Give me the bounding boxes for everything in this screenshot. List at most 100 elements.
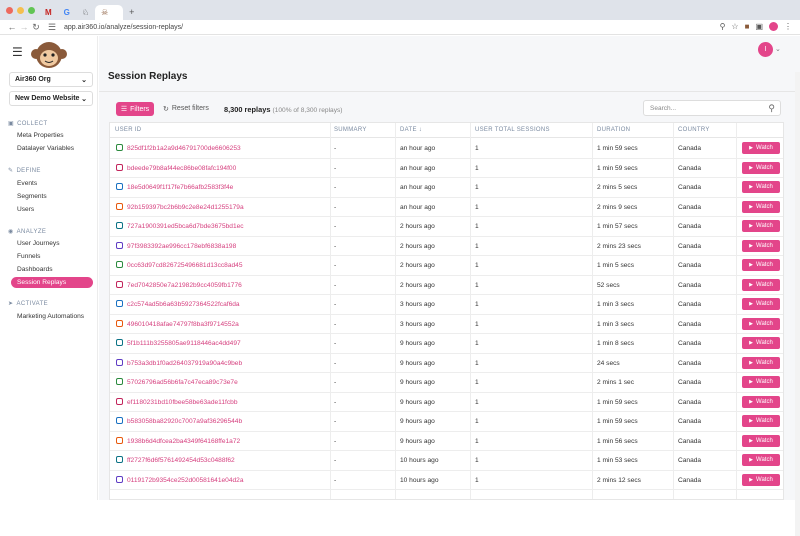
extension-icon[interactable]: ■ <box>745 22 750 31</box>
table-row[interactable]: 92b159397bc2b6b9c2e8e24d1255179a - an hour… <box>110 198 783 217</box>
search-input[interactable]: Search... ⚲ <box>643 100 781 116</box>
user-id-cell[interactable]: 18e5d0649f1f17fe7b66afb2583f3f4e <box>127 184 233 191</box>
table-row[interactable]: 0119172b9354ce252d00581641e04d2a - 10 hour… <box>110 471 783 490</box>
user-id-cell[interactable]: 57026796ad56b6fa7c47eca89c73e7e <box>127 379 238 386</box>
user-id-cell[interactable]: 5f1b111b3255805ae9118446ac4dd497 <box>127 340 241 347</box>
table-row[interactable]: b753a3db1f0ad264037919a90a4c9beb - 9 hours… <box>110 354 783 373</box>
table-row[interactable]: bdeede79b8af44ec86be08fafc194f00 - an hour… <box>110 159 783 178</box>
zoom-window-icon[interactable] <box>28 6 35 14</box>
user-id-cell[interactable]: 7ed7042850e7a21982b9cc4059fb1776 <box>127 282 242 289</box>
watch-button[interactable]: ▶ Watch <box>742 337 780 349</box>
table-row[interactable]: ff2727f6d6f5761492454d53c0488f62 - 10 hour… <box>110 451 783 471</box>
minimize-window-icon[interactable] <box>17 6 24 14</box>
nav-funnels[interactable]: Funnels <box>17 253 40 260</box>
tab-air360[interactable]: ☠ <box>95 5 124 20</box>
table-row[interactable]: c2c574ad5b6a63b5927364522fcaf6da - 3 hours… <box>110 295 783 315</box>
menu-icon[interactable]: ☰ <box>12 45 23 59</box>
reload-icon[interactable]: ↻ <box>30 22 42 33</box>
zoom-icon[interactable]: ⚲ <box>720 22 726 31</box>
filters-button[interactable]: ☰ Filters <box>116 102 154 116</box>
user-id-cell[interactable]: 825df1f2b1a2a9d46791700de6606253 <box>127 145 241 152</box>
user-id-cell[interactable]: ef1180231bd10fbee58be63ade11fcbb <box>127 399 238 406</box>
reset-filters-button[interactable]: ↻ Reset filters <box>163 105 209 113</box>
watch-button[interactable]: ▶ Watch <box>742 356 780 369</box>
watch-button[interactable]: ▶ Watch <box>742 473 780 486</box>
new-tab-button[interactable]: + <box>129 7 134 17</box>
forward-icon[interactable]: → <box>18 22 30 32</box>
nav-users[interactable]: Users <box>17 206 34 213</box>
table-row[interactable]: ef1180231bd10fbee58be63ade11fcbb - 9 hours… <box>110 393 783 412</box>
back-icon[interactable]: ← <box>6 22 18 32</box>
user-id-cell[interactable]: b583058ba82920c7007a9af36296544b <box>127 418 242 425</box>
watch-button[interactable]: ▶ Watch <box>742 239 780 252</box>
tab-site[interactable]: ♘ <box>76 5 95 20</box>
browser-menu-icon[interactable]: ⋮ <box>784 22 792 31</box>
watch-button[interactable]: ▶ Watch <box>742 181 780 193</box>
nav-marketing-automations[interactable]: Marketing Automations <box>17 313 84 320</box>
nav-session-replays[interactable]: Session Replays <box>11 277 93 288</box>
user-id-cell[interactable]: 0cc63d97cd826725496681d13cc8ad45 <box>127 262 243 269</box>
table-row[interactable]: 0cc63d97cd826725496681d13cc8ad45 - 2 hours… <box>110 256 783 276</box>
table-row[interactable]: 18e5d0649f1f17fe7b66afb2583f3f4e - an hour… <box>110 178 783 198</box>
search-icon[interactable]: ⚲ <box>768 103 775 114</box>
site-info-icon[interactable]: ☰ <box>46 22 58 33</box>
table-row[interactable]: b583058ba82920c7007a9af36296544b - 9 hours… <box>110 412 783 432</box>
column-date[interactable]: DATE ↓ <box>400 127 422 133</box>
user-id-cell[interactable]: 92b159397bc2b6b9c2e8e24d1255179a <box>127 204 244 211</box>
sessions-cell: 1 <box>475 242 479 250</box>
user-id-cell[interactable]: 0119172b9354ce252d00581641e04d2a <box>127 477 244 484</box>
user-id-cell[interactable]: ff2727f6d6f5761492454d53c0488f62 <box>127 457 235 464</box>
user-id-cell[interactable]: 727a1900391ed5bca6d7bde3675bd1ec <box>127 223 244 230</box>
watch-button[interactable]: ▶ Watch <box>742 298 780 310</box>
nav-user-journeys[interactable]: User Journeys <box>17 240 60 247</box>
column-duration[interactable]: DURATION <box>597 127 630 133</box>
watch-button[interactable]: ▶ Watch <box>742 395 780 408</box>
tab-google[interactable]: G <box>58 5 76 20</box>
watch-button[interactable]: ▶ Watch <box>742 434 780 447</box>
page-scrollbar[interactable] <box>795 72 800 536</box>
table-row[interactable]: 727a1900391ed5bca6d7bde3675bd1ec - 2 hours… <box>110 217 783 237</box>
watch-button[interactable]: ▶ Watch <box>742 220 780 232</box>
watch-button[interactable]: ▶ Watch <box>742 376 780 388</box>
table-row[interactable]: 97f3983392ae996cc178ebf6838a198 - 2 hours … <box>110 237 783 256</box>
nav-dashboards[interactable]: Dashboards <box>17 266 53 273</box>
puzzle-icon[interactable]: ▣ <box>755 22 763 31</box>
watch-button[interactable]: ▶ Watch <box>742 278 780 291</box>
watch-button[interactable]: ▶ Watch <box>742 454 780 466</box>
watch-button[interactable]: ▶ Watch <box>742 259 780 271</box>
column-user-id[interactable]: USER ID <box>115 127 141 133</box>
column-user-total-sessions[interactable]: USER TOTAL SESSIONS <box>475 127 550 133</box>
table-row[interactable]: 5f1b111b3255805ae9118446ac4dd497 - 9 hours… <box>110 334 783 354</box>
user-id-cell[interactable]: b753a3db1f0ad264037919a90a4c9beb <box>127 360 242 367</box>
column-country[interactable]: COUNTRY <box>678 127 710 133</box>
nav-datalayer-variables[interactable]: Datalayer Variables <box>17 145 74 152</box>
chevron-down-icon[interactable]: ⌄ <box>775 45 781 53</box>
table-row[interactable]: 825df1f2b1a2a9d46791700de6606253 - an hour… <box>110 139 783 159</box>
watch-button[interactable]: ▶ Watch <box>742 142 780 154</box>
table-row[interactable]: 1938b6d4dfcea2ba4349f64168ffe1a72 - 9 hour… <box>110 432 783 451</box>
nav-meta-properties[interactable]: Meta Properties <box>17 132 64 139</box>
watch-button[interactable]: ▶ Watch <box>742 161 780 174</box>
watch-button[interactable]: ▶ Watch <box>742 317 780 330</box>
close-window-icon[interactable] <box>6 6 13 14</box>
profile-icon[interactable] <box>769 22 778 31</box>
user-id-cell[interactable]: 97f3983392ae996cc178ebf6838a198 <box>127 243 236 250</box>
watch-button[interactable]: ▶ Watch <box>742 200 780 213</box>
user-id-cell[interactable]: bdeede79b8af44ec86be08fafc194f00 <box>127 165 236 172</box>
user-avatar[interactable]: I <box>758 42 773 57</box>
tab-gmail[interactable]: M <box>39 5 58 20</box>
user-id-cell[interactable]: 496010418afae74797f8ba3f9714552a <box>127 321 239 328</box>
org-select[interactable]: Air360 Org ⌄ <box>9 72 93 87</box>
column-summary[interactable]: SUMMARY <box>334 127 367 133</box>
table-row[interactable]: 57026796ad56b6fa7c47eca89c73e7e - 9 hours … <box>110 373 783 393</box>
url-field[interactable]: app.air360.io/analyze/session-replays/ <box>64 24 183 31</box>
bookmark-star-icon[interactable]: ☆ <box>731 22 738 31</box>
table-row[interactable]: 7ed7042850e7a21982b9cc4059fb1776 - 2 hours… <box>110 276 783 295</box>
site-select[interactable]: New Demo Website ⌄ <box>9 91 93 106</box>
user-id-cell[interactable]: 1938b6d4dfcea2ba4349f64168ffe1a72 <box>127 438 240 445</box>
nav-segments[interactable]: Segments <box>17 193 47 200</box>
table-row[interactable]: 496010418afae74797f8ba3f9714552a - 3 hours… <box>110 315 783 334</box>
user-id-cell[interactable]: c2c574ad5b6a63b5927364522fcaf6da <box>127 301 240 308</box>
nav-events[interactable]: Events <box>17 180 37 187</box>
watch-button[interactable]: ▶ Watch <box>742 415 780 427</box>
